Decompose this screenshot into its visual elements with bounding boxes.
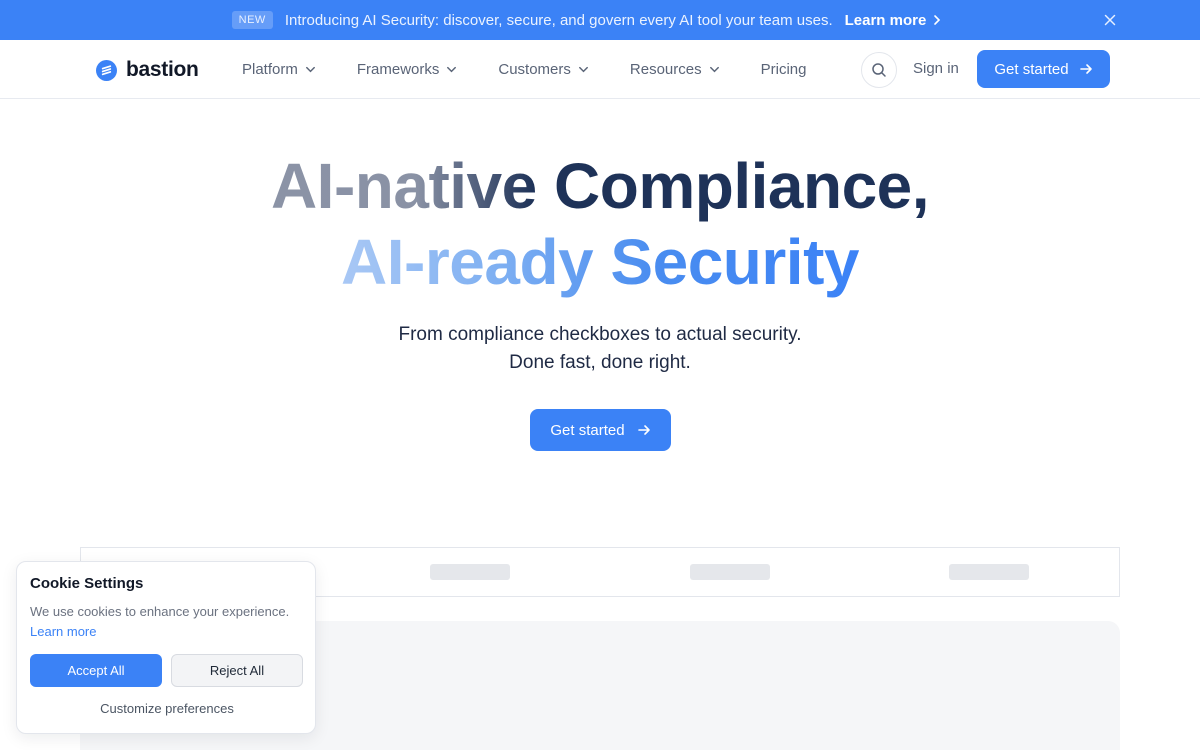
hero-subtitle-line1: From compliance checkboxes to actual sec…	[398, 324, 802, 345]
nav-item-label: Platform	[242, 60, 298, 78]
nav-get-started-button[interactable]: Get started	[977, 50, 1110, 88]
announcement-learn-more-link[interactable]: Learn more	[845, 12, 943, 29]
arrow-right-icon	[637, 425, 650, 435]
hero-heading-line1: AI-native Compliance,	[0, 148, 1200, 224]
chevron-down-icon	[447, 66, 457, 72]
nav-item-frameworks[interactable]: Frameworks	[357, 61, 459, 78]
nav-item-label: Resources	[629, 60, 702, 78]
nav-cta-label: Get started	[994, 60, 1069, 78]
reject-all-button[interactable]: Reject All	[171, 654, 303, 687]
arrow-right-icon	[1079, 64, 1092, 74]
hero-heading-line2: AI-ready Security	[0, 224, 1200, 300]
nav-item-label: Customers	[498, 60, 571, 78]
new-badge: NEW	[231, 11, 273, 29]
chevron-down-icon	[709, 66, 719, 72]
announcement-content: NEW Introducing AI Security: discover, s…	[231, 11, 943, 29]
nav-item-pricing[interactable]: Pricing	[761, 61, 807, 78]
cookie-description: We use cookies to enhance your experienc…	[30, 604, 290, 619]
nav-item-platform[interactable]: Platform	[242, 61, 317, 78]
hero-heading-line2-text: AI-ready Security	[341, 226, 859, 298]
close-icon[interactable]	[1102, 12, 1118, 28]
chevron-right-icon	[934, 15, 941, 25]
hero-cta-label: Get started	[550, 421, 625, 439]
hero-subtitle-line2: Done fast, done right.	[509, 352, 691, 373]
accept-all-button[interactable]: Accept All	[30, 654, 162, 687]
search-icon	[872, 63, 886, 77]
tab-skeleton	[430, 564, 510, 580]
main-menu: Platform Frameworks Customers Resources …	[242, 40, 806, 98]
chevron-down-icon	[578, 66, 588, 72]
sign-in-link[interactable]: Sign in	[913, 60, 959, 77]
top-nav: bastion Platform Frameworks Customers Re…	[0, 40, 1200, 99]
tab-skeleton	[949, 564, 1029, 580]
nav-item-resources[interactable]: Resources	[630, 61, 721, 78]
announcement-bar: NEW Introducing AI Security: discover, s…	[0, 0, 1200, 40]
customize-preferences-link[interactable]: Customize preferences	[17, 701, 317, 716]
cookie-settings-panel: Cookie Settings We use cookies to enhanc…	[16, 561, 316, 734]
hero-heading-line1-text: AI-native Compliance,	[270, 150, 930, 222]
chevron-down-icon	[305, 66, 315, 72]
hero-get-started-button[interactable]: Get started	[530, 409, 671, 451]
nav-item-customers[interactable]: Customers	[498, 61, 590, 78]
bastion-logo-icon	[96, 59, 117, 81]
cookie-title: Cookie Settings	[30, 575, 144, 592]
logo-text: bastion	[126, 58, 199, 81]
logo[interactable]: bastion	[96, 58, 199, 82]
announcement-text: Introducing AI Security: discover, secur…	[284, 11, 833, 29]
nav-item-label: Pricing	[760, 60, 807, 78]
search-button[interactable]	[861, 52, 897, 88]
tab-skeleton	[690, 564, 770, 580]
nav-item-label: Frameworks	[356, 60, 440, 78]
cookie-learn-more-link[interactable]: Learn more	[30, 624, 96, 639]
announcement-link-label: Learn more	[844, 11, 927, 29]
